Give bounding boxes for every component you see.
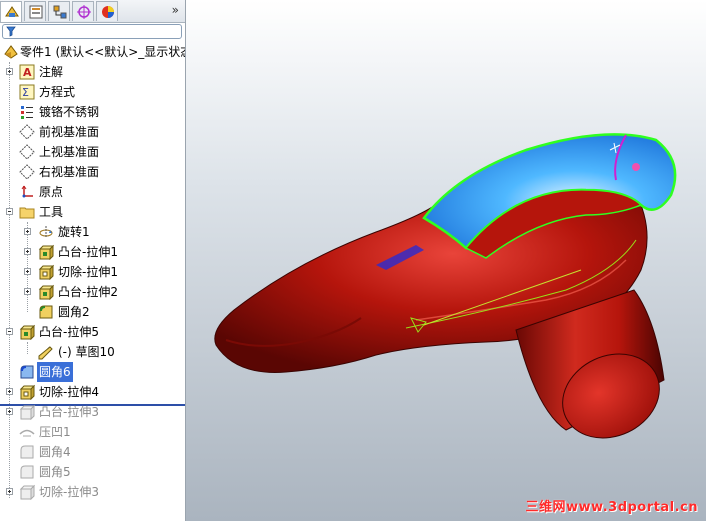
tree-item-label: 切除-拉伸3	[39, 485, 99, 499]
tree-root-label: 零件1 (默认<<默认>_显示状态	[20, 45, 186, 59]
tree-item-label: 圆角2	[58, 305, 90, 319]
dimxpert-icon	[77, 5, 91, 19]
boss-extrude-icon	[19, 404, 35, 420]
plane-icon	[19, 124, 35, 140]
tab-feature-manager[interactable]	[0, 1, 22, 22]
tree-item-label: 凸台-拉伸1	[58, 245, 118, 259]
tree-item-label: 旋转1	[58, 225, 90, 239]
expand-toggle[interactable]	[24, 268, 31, 275]
graphics-viewport[interactable]: 三维网www.3dportal.cn	[186, 0, 706, 521]
filter-icon	[6, 26, 16, 37]
tree-item-label: 切除-拉伸4	[39, 385, 99, 399]
cut-extrude-icon	[38, 264, 54, 280]
tree-item-label: 圆角5	[39, 465, 71, 479]
tab-dimxpert[interactable]	[72, 1, 94, 21]
expand-toggle[interactable]	[24, 228, 31, 235]
tree-item-label: 方程式	[39, 85, 76, 99]
tree-item-label: 镀铬不锈钢	[39, 105, 100, 119]
boss-extrude-icon	[19, 324, 35, 340]
panel-tab-bar: »	[0, 0, 185, 23]
display-manager-icon	[102, 6, 114, 18]
part-model	[214, 133, 677, 439]
expand-toggle[interactable]	[6, 388, 13, 395]
feature-manager-icon	[5, 6, 19, 17]
plane-icon	[19, 144, 35, 160]
boss-extrude-icon	[38, 244, 54, 260]
boss-extrude-icon	[38, 284, 54, 300]
collapse-toggle[interactable]	[6, 208, 13, 215]
filter-input[interactable]	[2, 24, 182, 39]
tree-item-label: 原点	[39, 185, 64, 199]
annotations-icon: A	[19, 64, 35, 80]
indent-icon	[19, 429, 35, 437]
part-icon	[4, 45, 18, 59]
tree-item-label: 凸台-拉伸5	[39, 325, 99, 339]
collapse-toggle[interactable]	[6, 328, 13, 335]
expand-toggle[interactable]	[6, 488, 13, 495]
plane-icon	[19, 164, 35, 180]
tab-property-manager[interactable]	[24, 1, 46, 21]
equations-icon: Σ	[19, 84, 35, 100]
cut-extrude-icon	[19, 484, 35, 500]
material-icon	[21, 106, 33, 119]
tree-item-label: 工具	[39, 205, 64, 219]
revolve-icon	[39, 226, 53, 238]
expand-toggle[interactable]	[24, 288, 31, 295]
tree-item-label: 凸台-拉伸2	[58, 285, 118, 299]
svg-text:Σ: Σ	[22, 86, 29, 99]
fillet-icon	[39, 305, 53, 319]
more-tabs-button[interactable]: »	[172, 3, 179, 17]
tree-item-label: 压凹1	[39, 425, 71, 439]
expand-toggle[interactable]	[24, 248, 31, 255]
tree-item-label: 前视基准面	[39, 125, 100, 139]
tree-item-label: 右视基准面	[39, 165, 100, 179]
expand-toggle[interactable]	[6, 68, 13, 75]
tab-display-manager[interactable]	[96, 1, 118, 21]
cut-extrude-icon	[19, 384, 35, 400]
expand-toggle[interactable]	[6, 408, 13, 415]
tree-item-label: 切除-拉伸1	[58, 265, 118, 279]
svg-text:A: A	[23, 66, 32, 79]
fillet-icon	[20, 445, 34, 459]
feature-manager-panel: » 零件1 (默认<<默认>_显示状态 A 注解 Σ 方程式 镀铬不锈钢 前视基…	[0, 0, 186, 521]
tree-item-label: 上视基准面	[39, 145, 100, 159]
property-manager-icon	[29, 5, 43, 19]
origin-icon	[21, 185, 33, 198]
folder-icon	[19, 207, 35, 219]
sketch-icon	[38, 346, 53, 360]
tree-item-label-selected: 圆角6	[37, 362, 73, 382]
fillet-icon	[20, 365, 34, 379]
tree-item-label: 圆角4	[39, 445, 71, 459]
fillet-icon	[20, 465, 34, 479]
tree-item-label: 凸台-拉伸3	[39, 405, 99, 419]
watermark-text: 三维网www.3dportal.cn	[525, 500, 698, 515]
tree-item-label: 注解	[39, 65, 64, 79]
configuration-manager-icon	[53, 5, 67, 19]
tab-configuration-manager[interactable]	[48, 1, 70, 21]
tree-item-label: (-) 草图10	[58, 345, 115, 359]
